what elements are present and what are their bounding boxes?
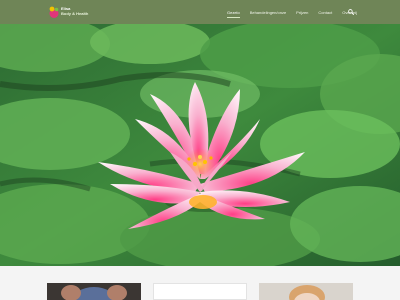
- card-image-3: [259, 283, 353, 300]
- logo-text: Elisa Body & Health: [61, 6, 88, 16]
- logo-line-2: Body & Health: [61, 11, 89, 16]
- menu-item-prijzen[interactable]: Prijzen: [296, 10, 308, 16]
- menu-item-behandelingen[interactable]: Behandelingen/onze: [250, 10, 286, 16]
- logo-icon: [49, 6, 59, 18]
- hero-banner: [0, 24, 400, 266]
- feature-card-3[interactable]: [259, 283, 353, 300]
- navbar: Elisa Body & Health Gezelo Behandelingen…: [0, 0, 400, 24]
- menu-item-contact[interactable]: Contact: [318, 10, 332, 16]
- menu-item-gezelo[interactable]: Gezelo: [227, 10, 240, 18]
- card-image-1: [47, 283, 141, 300]
- feature-card-1[interactable]: [47, 283, 141, 300]
- feature-card-2[interactable]: [153, 283, 247, 300]
- lotus-hero-image: [0, 24, 400, 266]
- content-section: [0, 266, 400, 300]
- main-menu: Gezelo Behandelingen/onze Prijzen Contac…: [227, 8, 367, 18]
- search-icon[interactable]: [348, 9, 354, 15]
- site-logo[interactable]: Elisa Body & Health: [48, 4, 88, 20]
